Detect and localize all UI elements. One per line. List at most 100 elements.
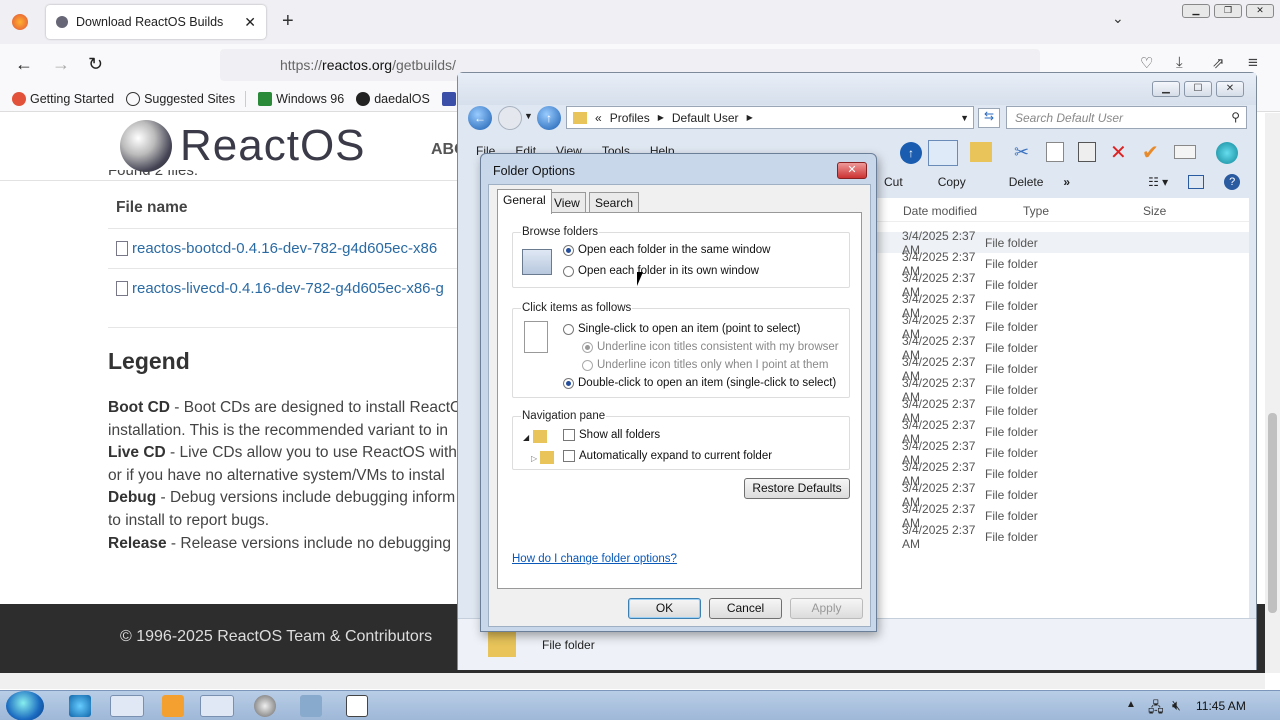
folders-pane-icon[interactable] xyxy=(928,140,958,166)
help-link[interactable]: How do I change folder options? xyxy=(512,553,677,565)
close-icon[interactable]: ✕ xyxy=(244,14,256,31)
close-icon[interactable]: ✕ xyxy=(837,162,867,179)
breadcrumb-arrow-icon[interactable]: ▶ xyxy=(658,113,664,122)
folder-star-icon[interactable] xyxy=(970,142,992,162)
forward-icon[interactable]: → xyxy=(52,54,70,75)
breadcrumb-default-user[interactable]: Default User xyxy=(672,111,739,125)
search-input[interactable]: Search Default User ⚲ xyxy=(1006,106,1247,129)
reactos-logo[interactable]: ReactOS xyxy=(120,120,366,172)
chevron-down-icon[interactable]: ▼ xyxy=(524,111,533,121)
radio-button[interactable] xyxy=(563,323,574,335)
media-player-icon[interactable] xyxy=(162,695,184,717)
view-mode-icon[interactable]: ☷ ▾ xyxy=(1148,175,1168,189)
up-folder-icon[interactable]: ↑ xyxy=(900,142,922,164)
globe-icon[interactable] xyxy=(1216,142,1238,164)
browser-tab[interactable]: Download ReactOS Builds ✕ xyxy=(46,5,266,39)
firefox-taskbar-icon[interactable] xyxy=(200,695,234,717)
back-icon[interactable]: ← xyxy=(15,54,33,75)
menu-icon[interactable]: ≡ xyxy=(1248,53,1258,73)
chevron-down-icon[interactable]: ⌄ xyxy=(1112,10,1124,27)
search-icon[interactable]: ⚲ xyxy=(1231,110,1240,124)
auto-expand-checkbox[interactable]: Automatically expand to current folder xyxy=(563,450,772,462)
file-link[interactable]: reactos-bootcd-0.4.16-dev-782-g4d605ec-x… xyxy=(116,240,437,257)
cut-icon[interactable]: ✂ xyxy=(1014,142,1029,163)
tray-expand-icon[interactable]: ▲ xyxy=(1126,699,1136,710)
new-tab-button[interactable]: + xyxy=(282,10,294,33)
start-button[interactable] xyxy=(6,691,44,720)
file-list[interactable]: Date modified Type Size 3/4/2025 2:37 AM… xyxy=(865,198,1249,638)
bookmark-item[interactable]: Windows 96 xyxy=(258,91,344,106)
minimize-button[interactable]: ▁ xyxy=(1152,81,1180,97)
address-bar[interactable]: « Profiles ▶ Default User ▶ ▼ xyxy=(566,106,974,129)
delete-icon[interactable]: ✕ xyxy=(1110,140,1127,165)
column-date[interactable]: Date modified xyxy=(903,204,977,218)
bookmark-item[interactable]: Getting Started xyxy=(12,91,114,106)
underline-browser-radio[interactable]: Underline icon titles consistent with my… xyxy=(582,341,839,353)
close-window-button[interactable]: ✕ xyxy=(1216,81,1244,97)
reactos-icon[interactable] xyxy=(254,695,276,717)
refresh-icon[interactable]: ⇆ xyxy=(978,108,1000,128)
table-row[interactable]: 3/4/2025 2:37 AM File folder xyxy=(865,523,1249,551)
checkbox[interactable] xyxy=(563,450,575,462)
more-commands-button[interactable]: » xyxy=(1063,175,1070,189)
restore-defaults-button[interactable]: Restore Defaults xyxy=(744,478,850,499)
properties-icon[interactable] xyxy=(1174,145,1196,159)
paste-icon[interactable] xyxy=(1078,142,1096,162)
radio-button[interactable] xyxy=(563,244,574,256)
download-icon[interactable]: ⤓ xyxy=(1176,54,1183,71)
vertical-scrollbar[interactable] xyxy=(1265,113,1280,673)
copy-button[interactable]: Copy xyxy=(938,175,966,189)
breadcrumb-profiles[interactable]: Profiles xyxy=(610,111,650,125)
extensions-icon[interactable]: ⇗ xyxy=(1212,54,1225,72)
volume-muted-icon[interactable]: 🔇︎ xyxy=(1172,697,1181,714)
ie-icon[interactable] xyxy=(69,695,91,717)
maximize-button[interactable]: ☐ xyxy=(1184,81,1212,97)
single-click-radio[interactable]: Single-click to open an item (point to s… xyxy=(563,323,800,335)
back-icon[interactable]: ← xyxy=(468,106,492,130)
scroll-thumb[interactable] xyxy=(1268,413,1277,613)
up-icon[interactable]: ↑ xyxy=(537,106,561,130)
horizontal-scrollbar[interactable] xyxy=(0,673,1265,689)
show-all-folders-checkbox[interactable]: Show all folders xyxy=(563,429,660,441)
cancel-button[interactable]: Cancel xyxy=(709,598,782,619)
pocket-icon[interactable]: ♡ xyxy=(1140,54,1153,72)
radio-button[interactable] xyxy=(582,341,593,353)
double-click-radio[interactable]: Double-click to open an item (single-cli… xyxy=(563,377,836,389)
radio-button[interactable] xyxy=(563,377,574,389)
control-panel-icon[interactable] xyxy=(300,695,322,717)
column-type[interactable]: Type xyxy=(1023,204,1049,218)
explorer-taskbar-icon[interactable] xyxy=(110,695,144,717)
clock[interactable]: 11:45 AM xyxy=(1196,699,1246,713)
file-link[interactable]: reactos-livecd-0.4.16-dev-782-g4d605ec-x… xyxy=(116,280,444,297)
help-icon[interactable]: ? xyxy=(1224,174,1241,190)
checkmark-icon[interactable]: ✔ xyxy=(1142,140,1159,165)
breadcrumb-arrow-icon[interactable]: ▶ xyxy=(747,113,753,122)
close-window-button[interactable]: ✕ xyxy=(1246,4,1274,18)
forward-icon[interactable] xyxy=(498,106,522,130)
tab-search[interactable]: Search xyxy=(589,192,640,213)
ok-button[interactable]: OK xyxy=(628,598,701,619)
bookmark-item[interactable]: Suggested Sites xyxy=(126,91,235,106)
delete-button[interactable]: Delete xyxy=(1009,175,1044,189)
checkbox[interactable] xyxy=(563,429,575,441)
tab-general[interactable]: General xyxy=(497,189,552,214)
network-icon[interactable]: 🖧︎ xyxy=(1148,697,1164,720)
minimize-button[interactable]: ▁ xyxy=(1182,4,1210,18)
open-own-window-radio[interactable]: Open each folder in its own window xyxy=(563,265,759,277)
apply-button[interactable]: Apply xyxy=(790,598,863,619)
underline-point-radio[interactable]: Underline icon titles only when I point … xyxy=(582,359,828,371)
column-size[interactable]: Size xyxy=(1143,204,1166,218)
restore-button[interactable]: ❐ xyxy=(1214,4,1242,18)
radio-button[interactable] xyxy=(582,359,593,371)
tab-view[interactable]: View xyxy=(548,192,586,213)
bookmark-item[interactable]: daedalOS xyxy=(356,91,430,106)
breadcrumb-overflow[interactable]: « xyxy=(595,111,602,125)
reload-icon[interactable]: ↻ xyxy=(88,54,103,75)
preview-pane-icon[interactable] xyxy=(1188,175,1205,189)
notepad-icon[interactable] xyxy=(346,695,368,717)
radio-button[interactable] xyxy=(563,265,574,277)
chevron-down-icon[interactable]: ▼ xyxy=(960,113,969,123)
copy-icon[interactable] xyxy=(1046,142,1064,162)
open-same-window-radio[interactable]: Open each folder in the same window xyxy=(563,244,770,256)
cut-button[interactable]: Cut xyxy=(884,175,903,189)
